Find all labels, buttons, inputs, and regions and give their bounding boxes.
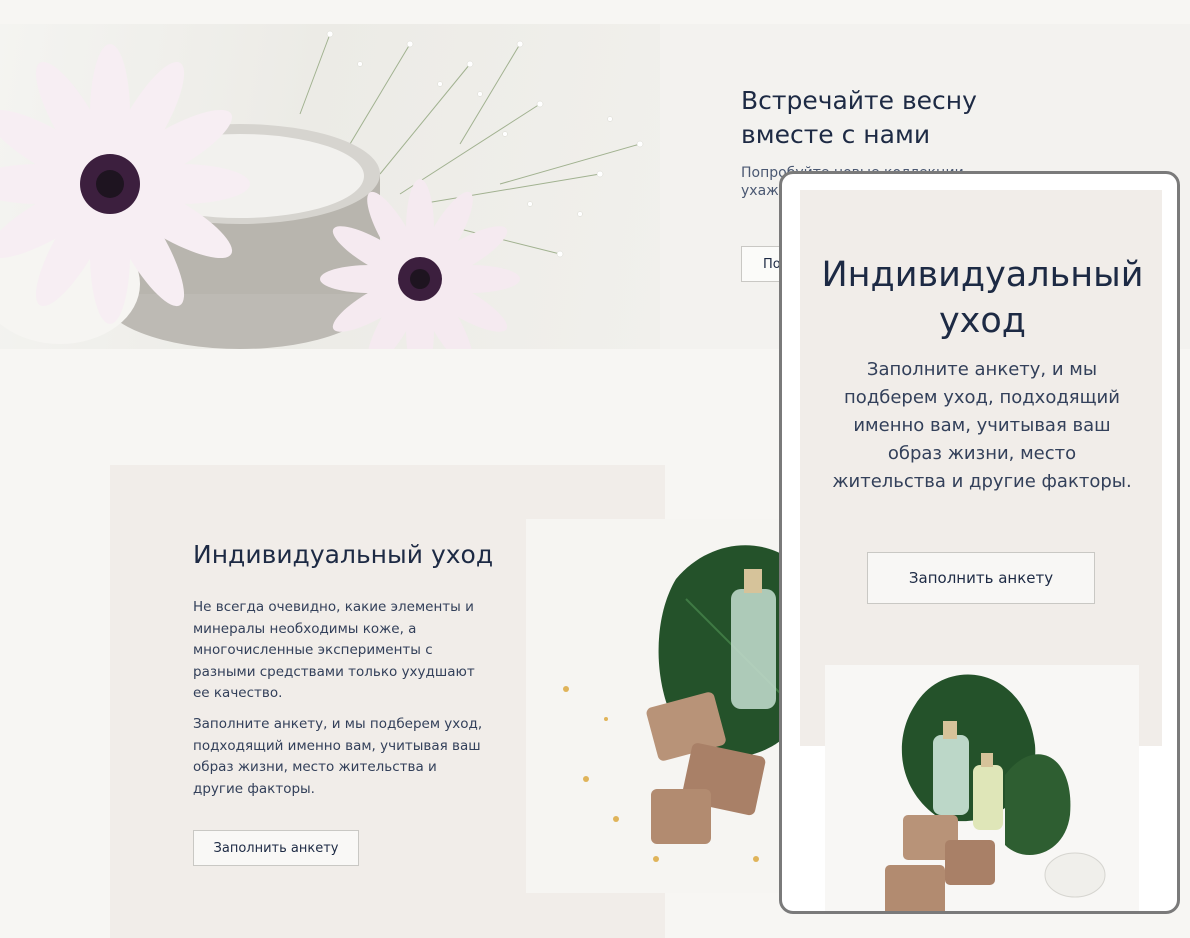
mobile-fill-questionnaire-button[interactable]: Заполнить анкету [867, 552, 1095, 604]
care-section-title: Индивидуальный уход [193, 540, 494, 569]
care-paragraph-1: Не всегда очевидно, какие элементы и мин… [193, 599, 475, 701]
mobile-image-bottles-leaves [825, 665, 1139, 911]
hero-image-cream-jar-flowers [0, 24, 660, 349]
hero-title: Встречайте весну вместе с нами [741, 86, 977, 149]
mobile-section-text: Заполните анкету, и мы подберем уход, по… [832, 359, 1132, 492]
care-paragraph-2: Заполните анкету, и мы подберем уход, по… [193, 716, 483, 797]
mobile-section-title: Индивидуальный уход [821, 255, 1144, 341]
mobile-preview-frame: Индивидуальный уход Заполните анкету, и … [779, 171, 1180, 914]
fill-questionnaire-button[interactable]: Заполнить анкету [193, 830, 359, 866]
